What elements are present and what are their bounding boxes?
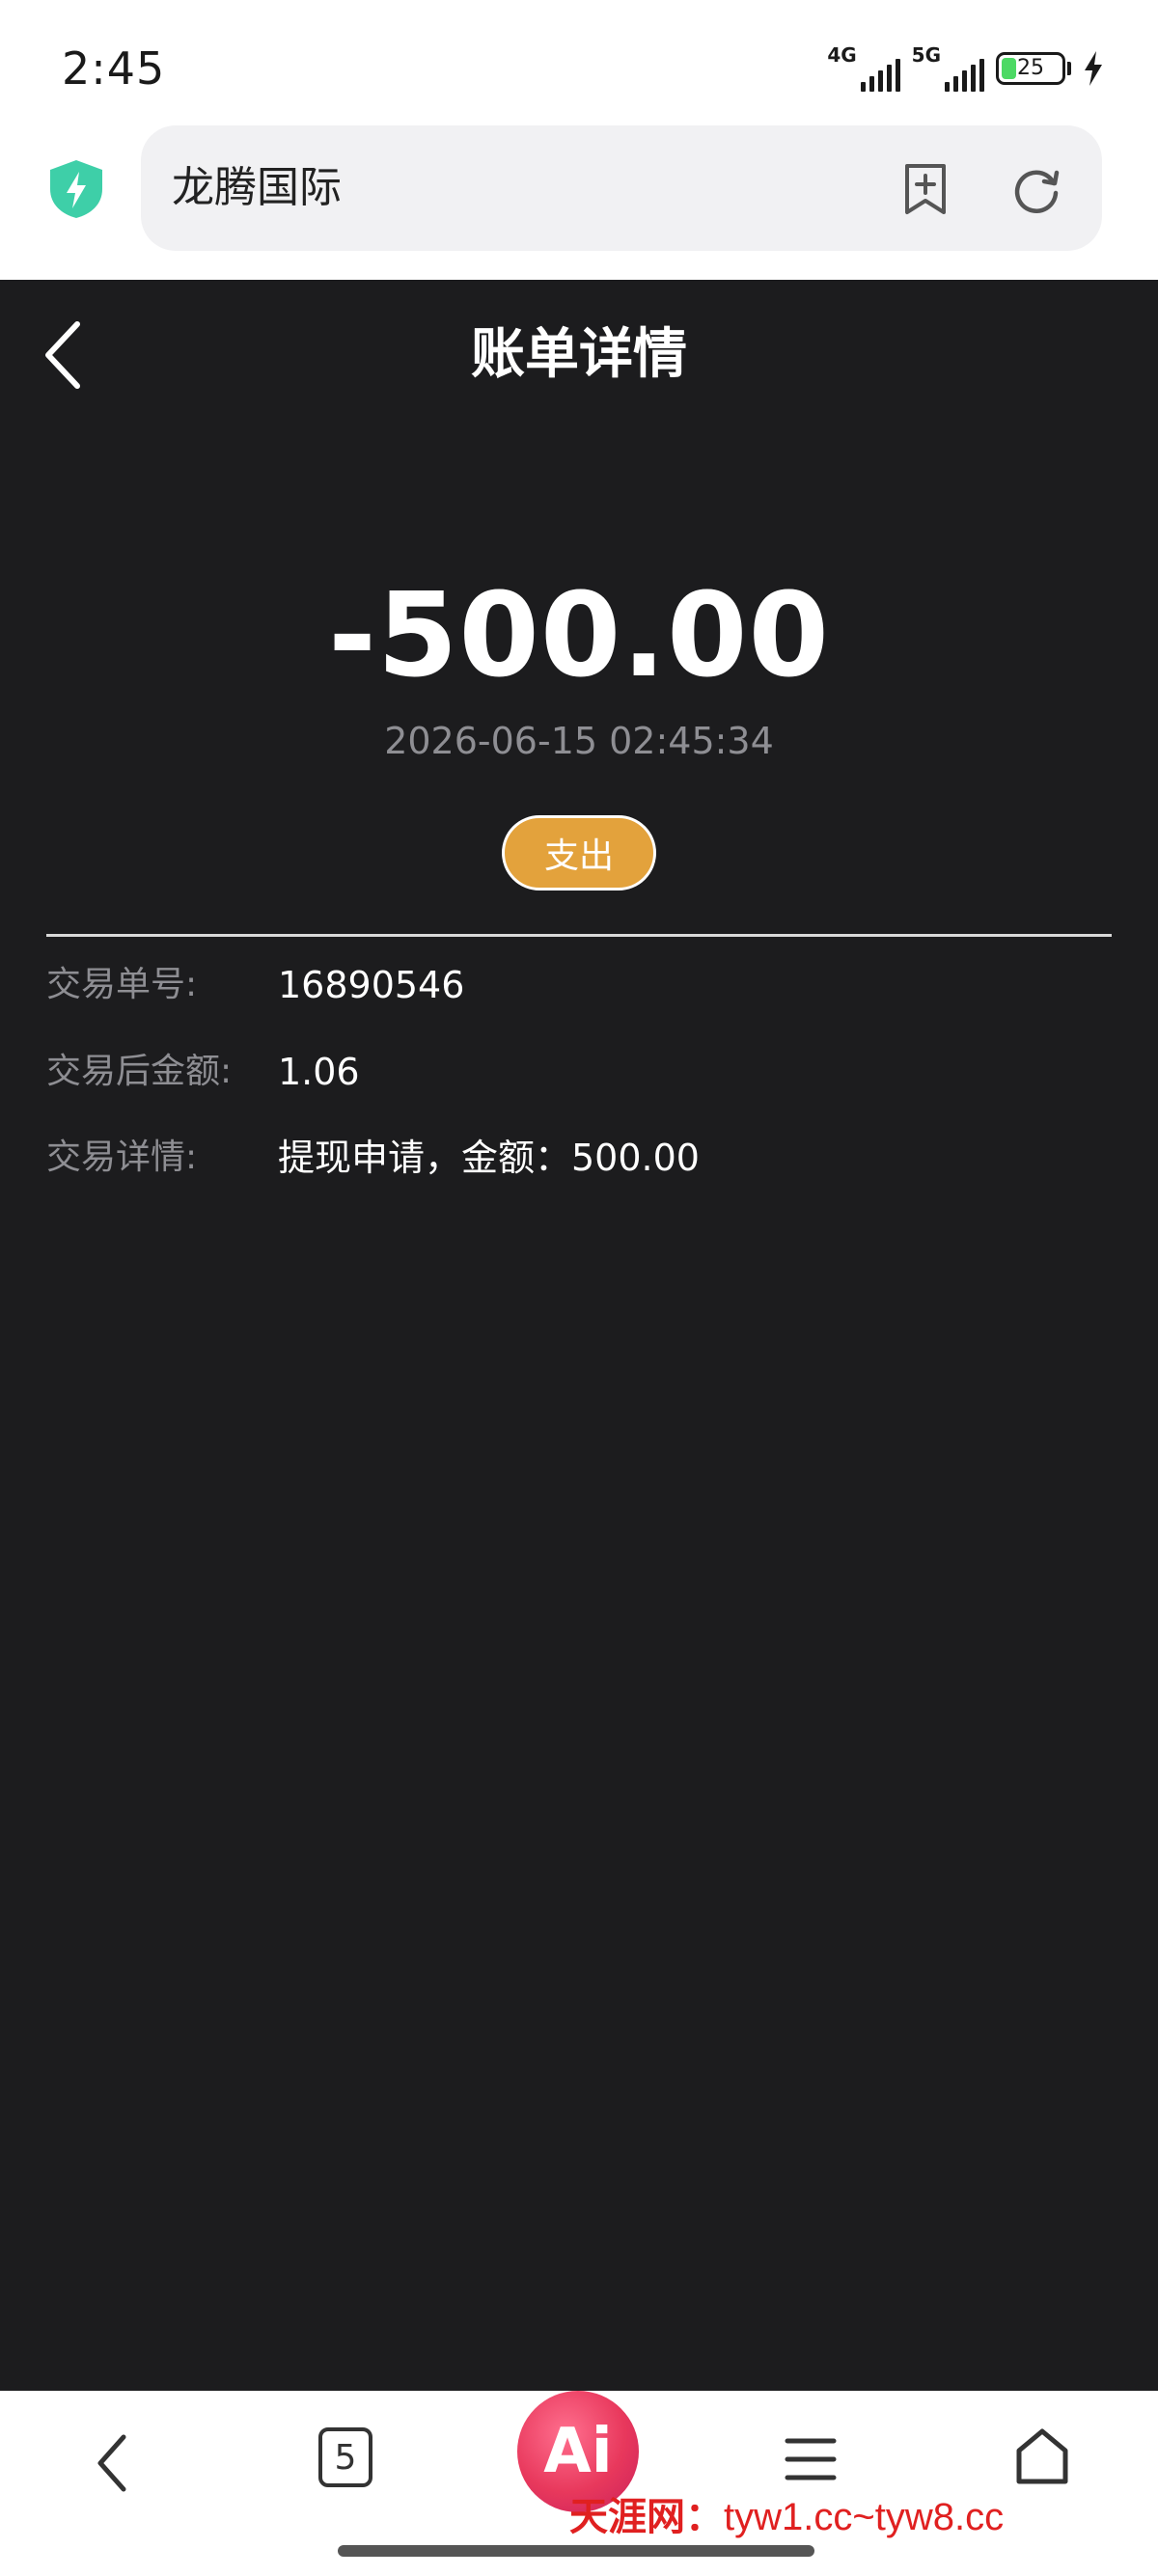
detail-row-balance-after: 交易后金额: 1.06 xyxy=(46,1043,1112,1101)
signal-4g-icon xyxy=(860,59,900,92)
refresh-icon[interactable] xyxy=(1009,162,1063,216)
battery-level: 25 xyxy=(1017,56,1044,80)
charging-bolt-icon xyxy=(1085,51,1102,86)
network-5g: 5G xyxy=(912,45,984,92)
url-text[interactable]: 龙腾国际 xyxy=(172,160,342,216)
detail-value: 提现申请，金额：500.00 xyxy=(278,1137,700,1179)
watermark-url: tyw1.cc~tyw8.cc xyxy=(724,2496,1005,2538)
status-bar: 2:45 4G 5G 25 xyxy=(0,0,1158,125)
detail-label: 交易详情: xyxy=(46,1137,198,1177)
detail-label: 交易后金额: xyxy=(46,1052,233,1091)
divider xyxy=(46,934,1112,937)
bookmark-add-icon[interactable] xyxy=(901,162,950,216)
browser-address-row: 龙腾国际 xyxy=(0,125,1158,280)
watermark: 天涯网：tyw1.cc~tyw8.cc xyxy=(569,2493,1158,2541)
browser-bottom-toolbar: 5 Ai 天涯网：tyw1.cc~tyw8.cc xyxy=(0,2391,1158,2576)
watermark-name: 天涯网： xyxy=(569,2495,724,2539)
menu-icon[interactable] xyxy=(784,2435,838,2483)
detail-row-order-id: 交易单号: 16890546 xyxy=(46,956,1112,1014)
shield-icon[interactable] xyxy=(46,158,106,220)
home-indicator[interactable] xyxy=(338,2545,814,2557)
page-header: 账单详情 xyxy=(0,280,1158,415)
detail-value: 1.06 xyxy=(278,1051,360,1093)
battery-icon: 25 xyxy=(996,52,1065,85)
browser-back-icon[interactable] xyxy=(93,2431,131,2495)
detail-value: 16890546 xyxy=(278,964,465,1006)
url-bar[interactable]: 龙腾国际 xyxy=(141,125,1102,251)
home-icon[interactable] xyxy=(1013,2425,1071,2487)
transaction-amount: -500.00 xyxy=(328,569,830,703)
battery-cap xyxy=(1067,62,1071,75)
page-title: 账单详情 xyxy=(471,323,687,386)
detail-row-description: 交易详情: 提现申请，金额：500.00 xyxy=(46,1129,1112,1187)
signal-5g-icon xyxy=(945,59,984,92)
network-5g-label: 5G xyxy=(911,43,941,67)
network-4g-label: 4G xyxy=(827,43,857,67)
network-4g: 4G xyxy=(827,43,900,92)
tabs-button[interactable]: 5 xyxy=(318,2427,372,2487)
detail-label: 交易单号: xyxy=(46,965,198,1004)
transaction-type-badge: 支出 xyxy=(502,815,656,891)
status-indicators: 4G 5G 25 xyxy=(827,44,1104,93)
battery-fill xyxy=(1002,58,1016,79)
transaction-timestamp: 2026-06-15 02:45:34 xyxy=(384,720,774,762)
status-time: 2:45 xyxy=(62,42,166,95)
